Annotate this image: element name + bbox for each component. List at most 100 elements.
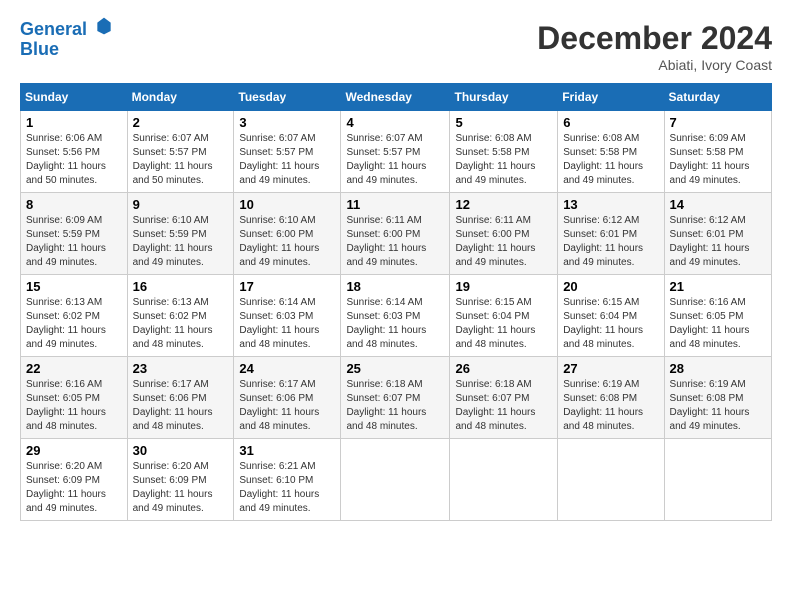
day-info: Sunrise: 6:15 AM Sunset: 6:04 PM Dayligh… [563,296,658,352]
day-number: 28 [670,361,766,376]
day-info: Sunrise: 6:18 AM Sunset: 6:07 PM Dayligh… [455,378,552,434]
day-info: Sunrise: 6:17 AM Sunset: 6:06 PM Dayligh… [239,378,335,434]
day-info: Sunrise: 6:18 AM Sunset: 6:07 PM Dayligh… [346,378,444,434]
day-number: 10 [239,197,335,212]
calendar-cell: 14 Sunrise: 6:12 AM Sunset: 6:01 PM Dayl… [664,193,771,275]
day-number: 18 [346,279,444,294]
calendar-week-row: 22 Sunrise: 6:16 AM Sunset: 6:05 PM Dayl… [21,357,772,439]
day-number: 27 [563,361,658,376]
calendar-cell: 26 Sunrise: 6:18 AM Sunset: 6:07 PM Dayl… [450,357,558,439]
day-number: 19 [455,279,552,294]
day-info: Sunrise: 6:19 AM Sunset: 6:08 PM Dayligh… [670,378,766,434]
calendar-week-row: 8 Sunrise: 6:09 AM Sunset: 5:59 PM Dayli… [21,193,772,275]
day-info: Sunrise: 6:09 AM Sunset: 5:58 PM Dayligh… [670,132,766,188]
weekday-header: Wednesday [341,84,450,111]
day-number: 26 [455,361,552,376]
title-area: December 2024 Abiati, Ivory Coast [537,20,772,73]
calendar-table: SundayMondayTuesdayWednesdayThursdayFrid… [20,83,772,521]
calendar-cell: 21 Sunrise: 6:16 AM Sunset: 6:05 PM Dayl… [664,275,771,357]
calendar-cell: 12 Sunrise: 6:11 AM Sunset: 6:00 PM Dayl… [450,193,558,275]
day-info: Sunrise: 6:07 AM Sunset: 5:57 PM Dayligh… [133,132,229,188]
calendar-cell: 1 Sunrise: 6:06 AM Sunset: 5:56 PM Dayli… [21,111,128,193]
day-number: 30 [133,443,229,458]
day-number: 12 [455,197,552,212]
day-number: 22 [26,361,122,376]
day-info: Sunrise: 6:15 AM Sunset: 6:04 PM Dayligh… [455,296,552,352]
day-number: 4 [346,115,444,130]
page-header: General Blue December 2024 Abiati, Ivory… [20,20,772,73]
calendar-cell: 20 Sunrise: 6:15 AM Sunset: 6:04 PM Dayl… [558,275,664,357]
calendar-week-row: 29 Sunrise: 6:20 AM Sunset: 6:09 PM Dayl… [21,439,772,521]
day-number: 6 [563,115,658,130]
day-number: 25 [346,361,444,376]
day-info: Sunrise: 6:08 AM Sunset: 5:58 PM Dayligh… [455,132,552,188]
calendar-week-row: 15 Sunrise: 6:13 AM Sunset: 6:02 PM Dayl… [21,275,772,357]
day-info: Sunrise: 6:17 AM Sunset: 6:06 PM Dayligh… [133,378,229,434]
calendar-cell: 8 Sunrise: 6:09 AM Sunset: 5:59 PM Dayli… [21,193,128,275]
day-number: 17 [239,279,335,294]
day-number: 7 [670,115,766,130]
day-number: 14 [670,197,766,212]
day-number: 2 [133,115,229,130]
calendar-cell: 16 Sunrise: 6:13 AM Sunset: 6:02 PM Dayl… [127,275,234,357]
calendar-cell: 27 Sunrise: 6:19 AM Sunset: 6:08 PM Dayl… [558,357,664,439]
calendar-cell: 7 Sunrise: 6:09 AM Sunset: 5:58 PM Dayli… [664,111,771,193]
day-number: 21 [670,279,766,294]
day-number: 29 [26,443,122,458]
calendar-cell: 22 Sunrise: 6:16 AM Sunset: 6:05 PM Dayl… [21,357,128,439]
day-number: 23 [133,361,229,376]
calendar-cell [341,439,450,521]
month-title: December 2024 [537,20,772,57]
calendar-cell: 24 Sunrise: 6:17 AM Sunset: 6:06 PM Dayl… [234,357,341,439]
calendar-cell: 30 Sunrise: 6:20 AM Sunset: 6:09 PM Dayl… [127,439,234,521]
day-number: 31 [239,443,335,458]
weekday-header: Sunday [21,84,128,111]
calendar-week-row: 1 Sunrise: 6:06 AM Sunset: 5:56 PM Dayli… [21,111,772,193]
weekday-header: Thursday [450,84,558,111]
weekday-header: Monday [127,84,234,111]
day-info: Sunrise: 6:14 AM Sunset: 6:03 PM Dayligh… [239,296,335,352]
location: Abiati, Ivory Coast [537,57,772,73]
day-number: 15 [26,279,122,294]
calendar-cell: 15 Sunrise: 6:13 AM Sunset: 6:02 PM Dayl… [21,275,128,357]
day-info: Sunrise: 6:10 AM Sunset: 5:59 PM Dayligh… [133,214,229,270]
day-info: Sunrise: 6:16 AM Sunset: 6:05 PM Dayligh… [670,296,766,352]
logo: General Blue [20,20,114,60]
calendar-cell [664,439,771,521]
weekday-header: Tuesday [234,84,341,111]
calendar-cell: 2 Sunrise: 6:07 AM Sunset: 5:57 PM Dayli… [127,111,234,193]
day-info: Sunrise: 6:11 AM Sunset: 6:00 PM Dayligh… [455,214,552,270]
day-number: 5 [455,115,552,130]
calendar-cell: 10 Sunrise: 6:10 AM Sunset: 6:00 PM Dayl… [234,193,341,275]
calendar-cell: 31 Sunrise: 6:21 AM Sunset: 6:10 PM Dayl… [234,439,341,521]
day-info: Sunrise: 6:12 AM Sunset: 6:01 PM Dayligh… [670,214,766,270]
calendar-cell [450,439,558,521]
weekday-header: Friday [558,84,664,111]
logo-text: General Blue [20,20,114,60]
day-info: Sunrise: 6:13 AM Sunset: 6:02 PM Dayligh… [133,296,229,352]
day-number: 3 [239,115,335,130]
day-info: Sunrise: 6:10 AM Sunset: 6:00 PM Dayligh… [239,214,335,270]
calendar-cell: 28 Sunrise: 6:19 AM Sunset: 6:08 PM Dayl… [664,357,771,439]
day-info: Sunrise: 6:07 AM Sunset: 5:57 PM Dayligh… [239,132,335,188]
calendar-header-row: SundayMondayTuesdayWednesdayThursdayFrid… [21,84,772,111]
day-number: 9 [133,197,229,212]
calendar-cell: 17 Sunrise: 6:14 AM Sunset: 6:03 PM Dayl… [234,275,341,357]
day-info: Sunrise: 6:07 AM Sunset: 5:57 PM Dayligh… [346,132,444,188]
calendar-cell: 3 Sunrise: 6:07 AM Sunset: 5:57 PM Dayli… [234,111,341,193]
day-info: Sunrise: 6:11 AM Sunset: 6:00 PM Dayligh… [346,214,444,270]
day-info: Sunrise: 6:08 AM Sunset: 5:58 PM Dayligh… [563,132,658,188]
day-info: Sunrise: 6:16 AM Sunset: 6:05 PM Dayligh… [26,378,122,434]
calendar-cell: 18 Sunrise: 6:14 AM Sunset: 6:03 PM Dayl… [341,275,450,357]
day-info: Sunrise: 6:12 AM Sunset: 6:01 PM Dayligh… [563,214,658,270]
calendar-cell: 23 Sunrise: 6:17 AM Sunset: 6:06 PM Dayl… [127,357,234,439]
day-number: 24 [239,361,335,376]
calendar-cell: 4 Sunrise: 6:07 AM Sunset: 5:57 PM Dayli… [341,111,450,193]
day-number: 8 [26,197,122,212]
day-info: Sunrise: 6:19 AM Sunset: 6:08 PM Dayligh… [563,378,658,434]
day-info: Sunrise: 6:13 AM Sunset: 6:02 PM Dayligh… [26,296,122,352]
calendar-cell: 13 Sunrise: 6:12 AM Sunset: 6:01 PM Dayl… [558,193,664,275]
calendar-cell: 25 Sunrise: 6:18 AM Sunset: 6:07 PM Dayl… [341,357,450,439]
day-number: 16 [133,279,229,294]
calendar-cell: 29 Sunrise: 6:20 AM Sunset: 6:09 PM Dayl… [21,439,128,521]
